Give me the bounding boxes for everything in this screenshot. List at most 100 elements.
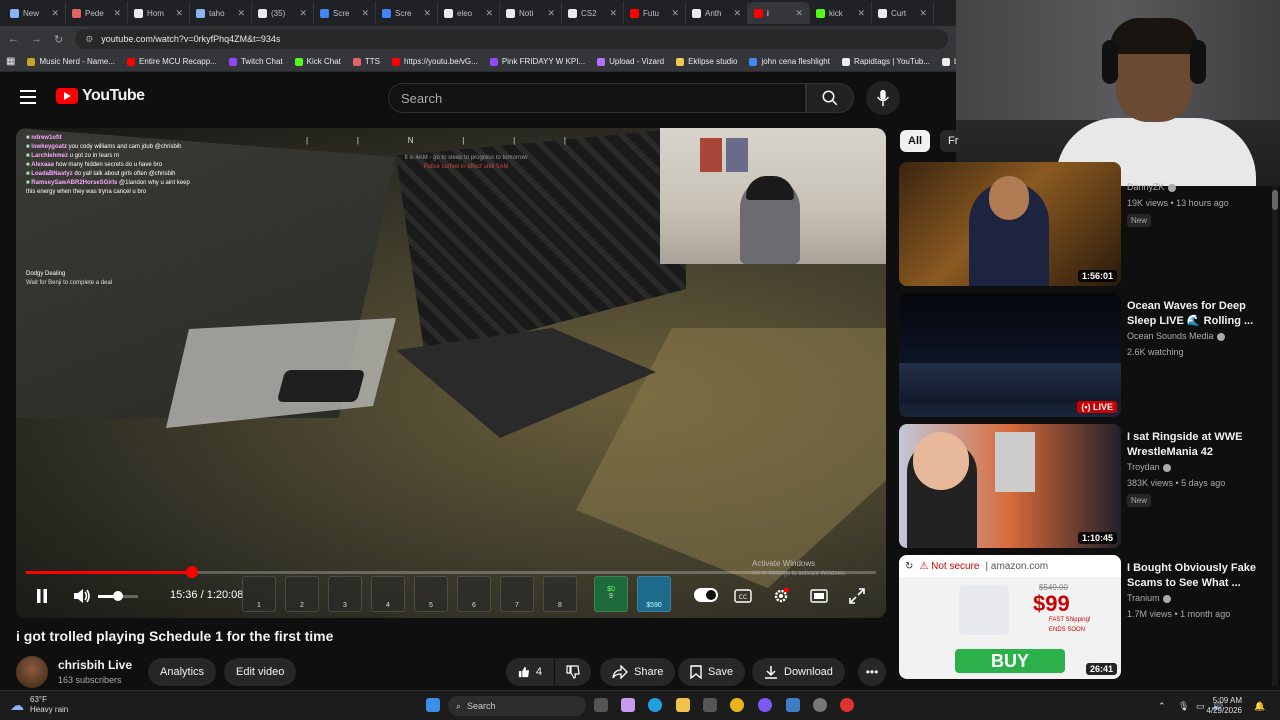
browser-tab[interactable]: Hom ✕ — [128, 2, 190, 24]
browser-tab[interactable]: Scre ✕ — [314, 2, 376, 24]
bookmark-item[interactable]: bih links — [942, 57, 956, 66]
analytics-button[interactable]: Analytics — [148, 658, 217, 686]
progress-bar[interactable] — [26, 566, 876, 578]
browser-tab[interactable]: taho ✕ — [190, 2, 252, 24]
browser-tab[interactable]: i ✕ — [748, 2, 810, 24]
notification-bell-icon[interactable]: 🔔 — [1254, 701, 1265, 712]
browser-tab[interactable]: CS2 ✕ — [562, 2, 624, 24]
bookmark-item[interactable]: john cena fleshlight — [749, 57, 830, 66]
close-tab-icon[interactable]: ✕ — [423, 8, 431, 19]
video-thumbnail[interactable]: ↻ ⚠ Not secure | amazon.com $549.00 $99 FAST … — [899, 555, 1121, 679]
subtitles-button[interactable]: CC — [732, 583, 754, 609]
windows-start-icon[interactable] — [426, 698, 440, 712]
close-tab-icon[interactable]: ✕ — [113, 8, 121, 19]
channel-avatar[interactable] — [16, 656, 48, 688]
video-player[interactable]: ■ ndrew1ofit ■ lowkeygoatz you cody will… — [16, 128, 886, 618]
back-icon[interactable]: ← — [8, 33, 19, 45]
browser-tab[interactable]: kick ✕ — [810, 2, 872, 24]
dislike-button[interactable] — [555, 658, 591, 686]
like-button[interactable]: 4 — [506, 658, 554, 686]
search-input[interactable]: Search — [388, 83, 806, 113]
bookmark-item[interactable]: Eklipse studio — [676, 57, 737, 66]
volume-knob[interactable] — [113, 591, 123, 601]
browser-tab[interactable]: Futu ✕ — [624, 2, 686, 24]
bookmark-item[interactable]: https://youtu.be/vG... — [391, 57, 478, 66]
progress-scrubber[interactable] — [185, 566, 198, 578]
close-tab-icon[interactable]: ✕ — [919, 8, 927, 19]
close-tab-icon[interactable]: ✕ — [671, 8, 679, 19]
more-actions-button[interactable]: ••• — [858, 658, 886, 686]
close-tab-icon[interactable]: ✕ — [237, 8, 245, 19]
reload-icon[interactable]: ↻ — [54, 33, 63, 46]
recommended-channel[interactable]: Troydan — [1127, 462, 1171, 472]
bookmark-item[interactable]: Entire MCU Recapp... — [127, 57, 217, 66]
browser-tab[interactable]: New ✕ — [4, 2, 66, 24]
browser-tab[interactable]: Noti ✕ — [500, 2, 562, 24]
close-tab-icon[interactable]: ✕ — [733, 8, 741, 19]
system-clock[interactable]: 5:09 AM 4/29/2026 — [1186, 696, 1242, 716]
browser-tab[interactable]: Pede ✕ — [66, 2, 128, 24]
browser-tab[interactable]: Scre ✕ — [376, 2, 438, 24]
taskbar-search[interactable]: ⌕ Search — [448, 696, 586, 716]
chip-from-channel[interactable]: Fr — [940, 130, 962, 152]
edge-icon[interactable] — [648, 698, 662, 712]
notepad-icon[interactable] — [786, 698, 800, 712]
recommended-video[interactable]: 1:56:01 DannyZK 19K views • 13 hours ago Ne… — [899, 162, 1273, 288]
chrome-icon[interactable] — [730, 698, 744, 712]
close-tab-icon[interactable]: ✕ — [51, 8, 59, 19]
bookmark-item[interactable]: Kick Chat — [294, 57, 341, 66]
video-thumbnail[interactable]: 1:56:01 — [899, 162, 1121, 286]
close-tab-icon[interactable]: ✕ — [857, 8, 865, 19]
recommended-title[interactable]: Ocean Waves for Deep Sleep LIVE 🌊 Rollin… — [1127, 299, 1257, 329]
bookmark-item[interactable]: Twitch Chat — [228, 57, 283, 66]
bookmark-item[interactable]: TTS — [352, 57, 380, 66]
close-tab-icon[interactable]: ✕ — [299, 8, 307, 19]
close-tab-icon[interactable]: ✕ — [361, 8, 369, 19]
recommended-channel[interactable]: Tranium — [1127, 593, 1171, 603]
search-button[interactable] — [806, 83, 854, 113]
browser-tab[interactable]: Anth ✕ — [686, 2, 748, 24]
mute-button[interactable] — [70, 583, 94, 609]
channel-name[interactable]: chrisbih Live — [58, 658, 132, 672]
close-tab-icon[interactable]: ✕ — [609, 8, 617, 19]
edit-video-button[interactable]: Edit video — [224, 658, 297, 686]
task-view-icon[interactable] — [594, 698, 608, 712]
close-tab-icon[interactable]: ✕ — [175, 8, 183, 19]
youtube-logo[interactable]: YouTube — [56, 87, 145, 105]
menu-icon[interactable] — [20, 90, 36, 104]
weather-widget[interactable]: ☁ 63°F Heavy rain — [10, 695, 68, 715]
browser-tab[interactable]: (35) ✕ — [252, 2, 314, 24]
download-button[interactable]: Download — [752, 658, 845, 686]
bookmark-item[interactable]: Upload - Vizard — [597, 57, 664, 66]
recommended-channel[interactable]: Ocean Sounds Media — [1127, 331, 1225, 341]
apps-grid-icon[interactable]: ▦ — [6, 56, 15, 67]
close-tab-icon[interactable]: ✕ — [547, 8, 555, 19]
bookmark-item[interactable]: Music Nerd - Name... — [27, 57, 115, 66]
recommended-video[interactable]: (•) LIVE Ocean Waves for Deep Sleep LIVE … — [899, 293, 1273, 419]
theater-mode-button[interactable] — [808, 583, 830, 609]
tray-overflow-icon[interactable]: ⌃ — [1158, 701, 1166, 712]
copilot-icon[interactable] — [621, 698, 635, 712]
autoplay-toggle[interactable] — [694, 588, 718, 602]
video-thumbnail[interactable]: 1:10:45 — [899, 424, 1121, 548]
fullscreen-button[interactable] — [846, 583, 868, 609]
pause-button[interactable] — [30, 583, 54, 609]
url-field[interactable]: ⚙ youtube.com/watch?v=0rkyfPhq4ZM&t=934s — [75, 29, 948, 49]
recommended-video[interactable]: 1:10:45 I sat Ringside at WWE WrestleMani… — [899, 424, 1273, 550]
volume-slider[interactable] — [98, 591, 138, 601]
bookmark-item[interactable]: Pink FRIDAYY W KPI... — [489, 57, 585, 66]
share-button[interactable]: Share — [600, 658, 676, 686]
bookmark-item[interactable]: Rapidtags | YouTub... — [841, 57, 930, 66]
forward-icon[interactable]: → — [31, 33, 42, 45]
save-button[interactable]: Save — [678, 658, 746, 686]
discord-icon[interactable] — [758, 698, 772, 712]
video-thumbnail[interactable]: (•) LIVE — [899, 293, 1121, 417]
browser-tab[interactable]: eleo ✕ — [438, 2, 500, 24]
chip-all[interactable]: All — [900, 130, 931, 152]
close-tab-icon[interactable]: ✕ — [795, 8, 803, 19]
recommended-video[interactable]: ↻ ⚠ Not secure | amazon.com $549.00 $99 FAST … — [899, 555, 1273, 681]
site-info-icon[interactable]: ⚙ — [85, 34, 93, 45]
recommended-title[interactable]: I Bought Obviously Fake Scams to See Wha… — [1127, 561, 1257, 591]
sidebar-scrollbar[interactable] — [1272, 186, 1278, 686]
settings-button[interactable] — [770, 583, 792, 609]
